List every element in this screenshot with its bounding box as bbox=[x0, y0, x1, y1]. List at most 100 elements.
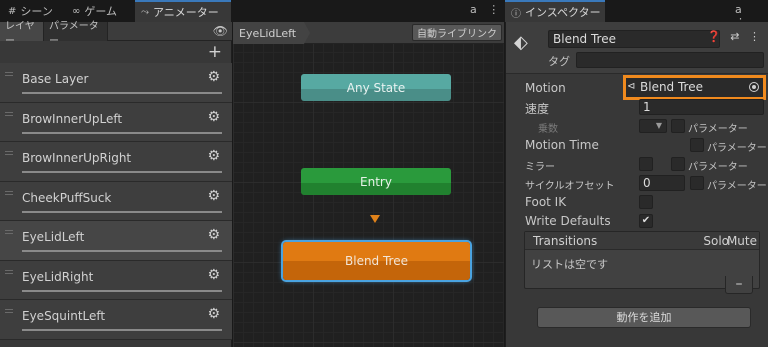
solo-header: Solo bbox=[703, 234, 729, 248]
eye-icon[interactable]: 👁 bbox=[213, 24, 228, 38]
layer-weight-bar bbox=[22, 250, 222, 252]
layer-weight-bar bbox=[22, 289, 222, 292]
multiplier-param-checkbox[interactable] bbox=[671, 119, 685, 133]
any-state-node[interactable]: Any State bbox=[301, 74, 451, 101]
layers-panel: レイヤー パラメーター 👁 + Base Layer ⚙ BrowInnerUpLe… bbox=[0, 21, 232, 347]
cycle-offset-field[interactable]: 0 bbox=[639, 175, 685, 191]
header-icons[interactable]: ❓ ⇄ ⋮ bbox=[707, 30, 763, 43]
breadcrumb[interactable]: EyeLidLeft bbox=[233, 22, 311, 44]
motion-value: Blend Tree bbox=[640, 80, 703, 94]
gear-icon[interactable]: ⚙ bbox=[207, 69, 220, 85]
blend-tree-node[interactable]: Blend Tree bbox=[283, 242, 470, 280]
mute-header: Mute bbox=[726, 234, 757, 248]
object-picker-icon[interactable] bbox=[749, 82, 759, 92]
add-behaviour-button[interactable]: 動作を追加 bbox=[537, 307, 751, 328]
grid-icon: # bbox=[8, 5, 17, 17]
drag-handle-icon[interactable] bbox=[5, 309, 13, 313]
window-tab-strip: # シーン ∞ ゲーム ⤳ アニメーター a ⋮ ⓘ インスペクター a ⋮ bbox=[0, 0, 768, 29]
drag-handle-icon[interactable] bbox=[5, 269, 13, 274]
write-defaults-checkbox[interactable]: ✔ bbox=[639, 214, 653, 228]
layer-name: EyeSquintLeft bbox=[22, 309, 106, 323]
layer-item[interactable]: Base Layer ⚙ bbox=[0, 63, 232, 103]
speed-field[interactable]: 1 bbox=[639, 99, 764, 115]
multiplier-dropdown[interactable]: ▼ bbox=[639, 119, 667, 133]
inspector-header: ⬖ Blend Tree ❓ ⇄ ⋮ タグ bbox=[506, 22, 768, 74]
transitions-header: Transitions Solo Mute bbox=[525, 232, 759, 250]
speed-row: 速度 1 bbox=[506, 98, 768, 116]
layer-name: BrowInnerUpRight bbox=[22, 151, 132, 165]
gear-icon[interactable]: ⚙ bbox=[207, 227, 220, 243]
gear-icon[interactable]: ⚙ bbox=[207, 148, 220, 164]
tab-inspector[interactable]: ⓘ インスペクター bbox=[505, 0, 605, 22]
subtab-layers[interactable]: レイヤー bbox=[0, 21, 44, 47]
mirror-label: ミラー bbox=[525, 162, 555, 173]
drag-handle-icon[interactable] bbox=[5, 111, 13, 116]
drag-handle-icon[interactable] bbox=[5, 72, 13, 76]
motion-time-param-label: パラメーター bbox=[707, 143, 767, 154]
layer-weight-bar bbox=[22, 131, 222, 134]
write-defaults-label: Write Defaults bbox=[525, 214, 611, 228]
transitions-title: Transitions bbox=[533, 234, 598, 248]
blend-tree-icon: ⊲ bbox=[627, 81, 636, 92]
inspector-panel: ⬖ Blend Tree ❓ ⇄ ⋮ タグ Motion ⊲ Blend Tre… bbox=[505, 22, 768, 347]
drag-handle-icon[interactable] bbox=[5, 230, 13, 234]
gamepad-icon: ∞ bbox=[72, 5, 81, 17]
gear-icon[interactable]: ⚙ bbox=[207, 188, 220, 204]
cycle-offset-param-label: パラメーター bbox=[707, 181, 767, 192]
transition-arrow-icon bbox=[370, 215, 380, 223]
foot-ik-checkbox[interactable] bbox=[639, 195, 653, 209]
tag-field[interactable] bbox=[576, 52, 764, 68]
auto-live-link-button[interactable]: 自動ライブリンク bbox=[412, 24, 502, 41]
layer-name: Base Layer bbox=[22, 72, 89, 86]
layer-item[interactable]: BrowInnerUpRight ⚙ bbox=[0, 142, 232, 182]
tab-inspector-label: インスペクター bbox=[525, 6, 601, 19]
layer-item[interactable]: EyeLidRight ⚙ bbox=[0, 260, 232, 300]
add-layer-row: + bbox=[0, 41, 232, 63]
mirror-checkbox[interactable] bbox=[639, 157, 653, 171]
layer-item[interactable]: EyeSquintLeft ⚙ bbox=[0, 300, 232, 340]
speed-label: 速度 bbox=[525, 102, 550, 116]
tab-animator[interactable]: ⤳ アニメーター bbox=[135, 0, 231, 22]
remove-transition-button[interactable]: – bbox=[725, 276, 753, 294]
layer-item[interactable]: BrowInnerUpLeft ⚙ bbox=[0, 102, 232, 142]
animator-graph[interactable]: EyeLidLeft 自動ライブリンク Any State Entry Blen… bbox=[233, 22, 504, 347]
multiplier-param-label: パラメーター bbox=[688, 124, 748, 135]
empty-list-text: リストは空です bbox=[531, 258, 608, 271]
layer-weight-bar bbox=[22, 329, 222, 331]
layers-subtabs: レイヤー パラメーター 👁 bbox=[0, 21, 232, 47]
foot-ik-label: Foot IK bbox=[525, 195, 567, 209]
mirror-param-label: パラメーター bbox=[688, 162, 748, 173]
graph-toolbar: EyeLidLeft 自動ライブリンク bbox=[233, 22, 504, 44]
animator-icon: ⤳ bbox=[141, 6, 149, 18]
subtab-parameters[interactable]: パラメーター bbox=[44, 21, 108, 47]
layer-item[interactable]: CheekPuffSuck ⚙ bbox=[0, 181, 232, 221]
state-icon: ⬖ bbox=[514, 32, 528, 53]
tag-label: タグ bbox=[548, 55, 570, 68]
gear-icon[interactable]: ⚙ bbox=[207, 267, 220, 283]
state-name-field[interactable]: Blend Tree bbox=[548, 30, 720, 48]
motion-time-param-checkbox[interactable] bbox=[690, 138, 704, 152]
drag-handle-icon[interactable] bbox=[5, 190, 13, 195]
layer-item[interactable]: EyeLidLeft ⚙ bbox=[0, 221, 232, 261]
layer-name: EyeLidLeft bbox=[22, 230, 85, 244]
drag-handle-icon[interactable] bbox=[5, 151, 13, 155]
layer-list: Base Layer ⚙ BrowInnerUpLeft ⚙ BrowInnerUpRi… bbox=[0, 63, 232, 340]
cycle-offset-param-checkbox[interactable] bbox=[690, 176, 704, 190]
tab-animator-label: アニメーター bbox=[153, 6, 219, 19]
layer-name: BrowInnerUpLeft bbox=[22, 111, 123, 126]
entry-node[interactable]: Entry bbox=[301, 168, 451, 195]
motion-field[interactable]: ⊲ Blend Tree bbox=[623, 75, 766, 100]
info-icon: ⓘ bbox=[511, 8, 521, 20]
write-defaults-row: Write Defaults bbox=[506, 212, 768, 230]
layer-name: CheekPuffSuck bbox=[22, 190, 112, 205]
cycle-offset-label: サイクルオフセット bbox=[525, 181, 615, 192]
gear-icon[interactable]: ⚙ bbox=[207, 306, 220, 322]
add-layer-button[interactable]: + bbox=[208, 42, 222, 62]
layer-weight-bar bbox=[22, 171, 222, 173]
gear-icon[interactable]: ⚙ bbox=[207, 109, 220, 125]
motion-label: Motion bbox=[525, 81, 566, 95]
multiplier-label: 乗数 bbox=[538, 124, 558, 135]
mirror-param-checkbox[interactable] bbox=[671, 157, 685, 171]
foot-ik-row: Foot IK bbox=[506, 193, 768, 211]
window-menu-icon[interactable]: a ⋮ bbox=[470, 3, 503, 16]
